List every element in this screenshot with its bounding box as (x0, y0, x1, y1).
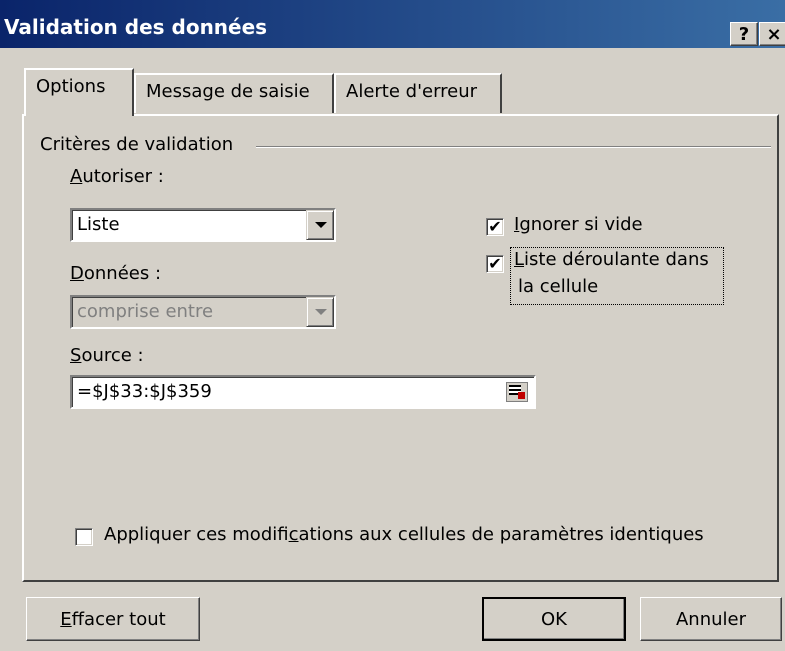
options-panel: Critères de validation Autoriser : Liste… (22, 114, 779, 582)
allow-combobox[interactable]: Liste (70, 208, 336, 242)
data-label-rest: onnées : (83, 263, 162, 284)
in-cell-dropdown-label-line1[interactable]: Liste déroulante dans (514, 249, 709, 270)
in-cell-dropdown-rest: iste déroulante dans (524, 249, 709, 270)
criteria-group-label: Critères de validation (40, 134, 234, 155)
clear-all-button[interactable]: Effacer tout (26, 597, 200, 641)
in-cell-dropdown-label-line2[interactable]: la cellule (518, 276, 598, 297)
tab-alerte-label: Alerte d'erreur (346, 81, 478, 102)
allow-label-rest: utoriser : (82, 166, 164, 187)
cancel-button[interactable]: Annuler (640, 597, 782, 641)
tab-message-de-saisie[interactable]: Message de saisie (134, 73, 334, 113)
tab-alerte-erreur[interactable]: Alerte d'erreur (334, 73, 502, 113)
allow-value: Liste (77, 214, 120, 235)
source-label-mnemonic: S (70, 345, 82, 366)
data-combobox[interactable]: comprise entre (70, 295, 336, 329)
data-label-mnemonic: D (70, 263, 84, 284)
allow-dropdown-arrow-icon[interactable] (306, 210, 334, 240)
ignore-blank-rest: gnorer si vide (519, 214, 643, 235)
data-label: Données : (70, 263, 161, 284)
tab-options[interactable]: Options (24, 68, 134, 116)
clear-all-mnemonic: E (60, 609, 72, 630)
group-divider (256, 146, 771, 148)
tab-options-label: Options (36, 76, 106, 97)
data-dropdown-arrow-icon[interactable] (306, 297, 334, 327)
clear-all-rest: ffacer tout (71, 609, 166, 630)
ignore-blank-checkbox[interactable]: ✔ (486, 218, 504, 236)
apply-changes-label[interactable]: Appliquer ces modifications aux cellules… (104, 524, 704, 545)
in-cell-dropdown-mnemonic: L (514, 249, 525, 270)
source-input[interactable]: =$J$33:$J$359 (70, 375, 536, 409)
apply-changes-checkbox[interactable] (75, 528, 93, 546)
window-title: Validation des données (4, 15, 268, 39)
ignore-blank-label[interactable]: Ignorer si vide (514, 214, 643, 235)
close-button[interactable]: × (759, 22, 785, 46)
help-button[interactable]: ? (730, 22, 758, 46)
allow-label: Autoriser : (70, 166, 164, 187)
source-value: =$J$33:$J$359 (77, 381, 212, 402)
title-bar[interactable]: Validation des données ? × (0, 0, 785, 48)
source-label-rest: ource : (81, 345, 144, 366)
data-value: comprise entre (77, 301, 214, 322)
source-label: Source : (70, 345, 144, 366)
range-selector-icon[interactable] (506, 382, 528, 402)
ok-button[interactable]: OK (482, 597, 626, 641)
allow-label-mnemonic: A (70, 166, 83, 187)
apply-changes-before: Appliquer ces modifi (104, 524, 289, 545)
apply-changes-mnemonic: c (288, 524, 299, 545)
in-cell-dropdown-checkbox[interactable]: ✔ (486, 255, 504, 273)
tab-message-label: Message de saisie (146, 81, 310, 102)
apply-changes-after: ations aux cellules de paramètres identi… (298, 524, 704, 545)
